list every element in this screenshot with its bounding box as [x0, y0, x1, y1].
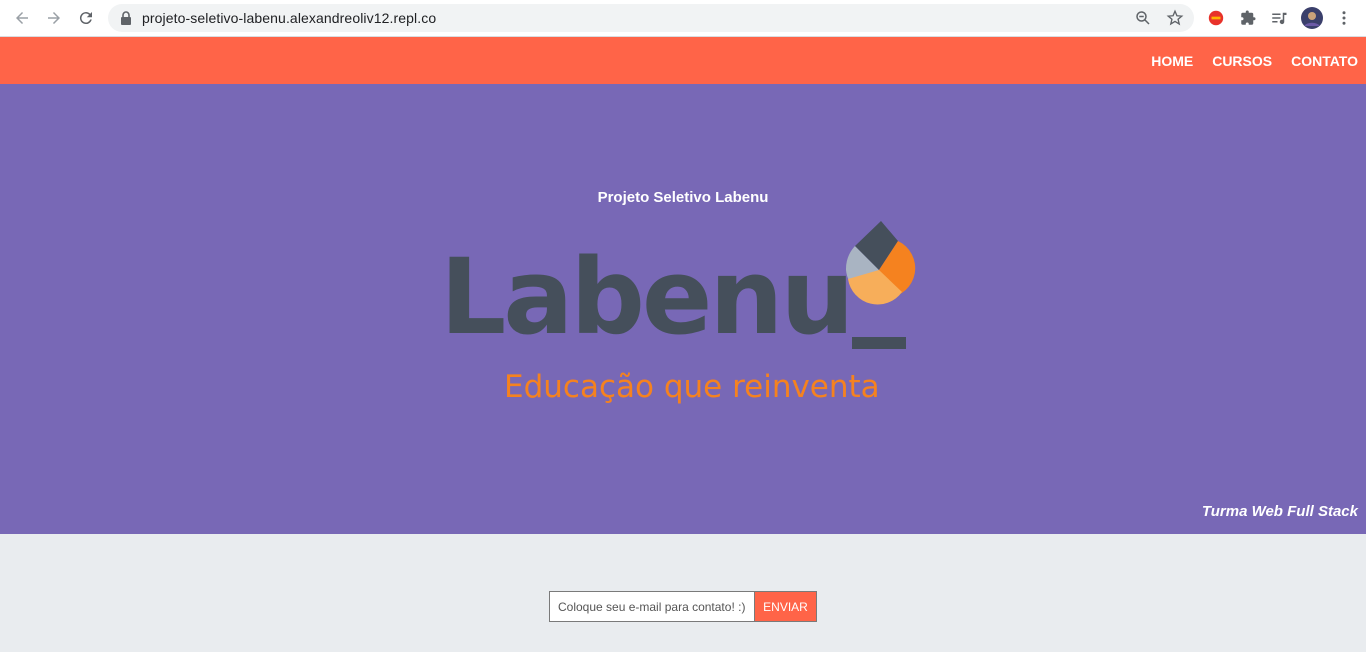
extension-red-icon[interactable] — [1206, 8, 1226, 28]
logo-wordmark: Labenu — [440, 236, 855, 358]
contact-form: ENVIAR — [549, 591, 817, 622]
back-button[interactable] — [10, 6, 34, 30]
hero-section: Projeto Seletivo Labenu Labenu Educação … — [0, 84, 1366, 534]
turma-label: Turma Web Full Stack — [1201, 503, 1358, 520]
logo-underscore — [852, 337, 906, 349]
browser-toolbar: projeto-seletivo-labenu.alexandreoliv12.… — [0, 0, 1366, 37]
address-bar[interactable]: projeto-seletivo-labenu.alexandreoliv12.… — [108, 4, 1194, 32]
reload-button[interactable] — [74, 6, 98, 30]
email-input[interactable] — [549, 591, 754, 622]
reload-icon — [79, 12, 92, 25]
labenu-logo: Labenu Educação que reinventa — [440, 217, 920, 412]
nav-cursos[interactable]: CURSOS — [1212, 53, 1272, 69]
send-button[interactable]: ENVIAR — [754, 591, 817, 622]
forward-button[interactable] — [42, 6, 66, 30]
star-icon[interactable] — [1166, 9, 1184, 27]
nav-contato[interactable]: CONTATO — [1291, 53, 1358, 69]
media-queue-icon[interactable] — [1269, 8, 1289, 28]
site-header: HOME CURSOS CONTATO — [0, 37, 1366, 84]
arrow-left-icon — [16, 12, 28, 24]
url-text: projeto-seletivo-labenu.alexandreoliv12.… — [142, 10, 437, 26]
logo-tagline: Educação que reinventa — [504, 369, 880, 405]
avatar[interactable] — [1301, 7, 1323, 29]
main-nav: HOME CURSOS CONTATO — [1132, 37, 1358, 84]
puzzle-icon[interactable] — [1238, 8, 1258, 28]
lock-icon — [121, 11, 131, 25]
nav-home[interactable]: HOME — [1151, 53, 1193, 69]
more-options-icon[interactable] — [1334, 8, 1354, 28]
arrow-right-icon — [48, 12, 60, 24]
page-title: Projeto Seletivo Labenu — [597, 189, 769, 206]
zoom-icon[interactable] — [1134, 9, 1152, 27]
